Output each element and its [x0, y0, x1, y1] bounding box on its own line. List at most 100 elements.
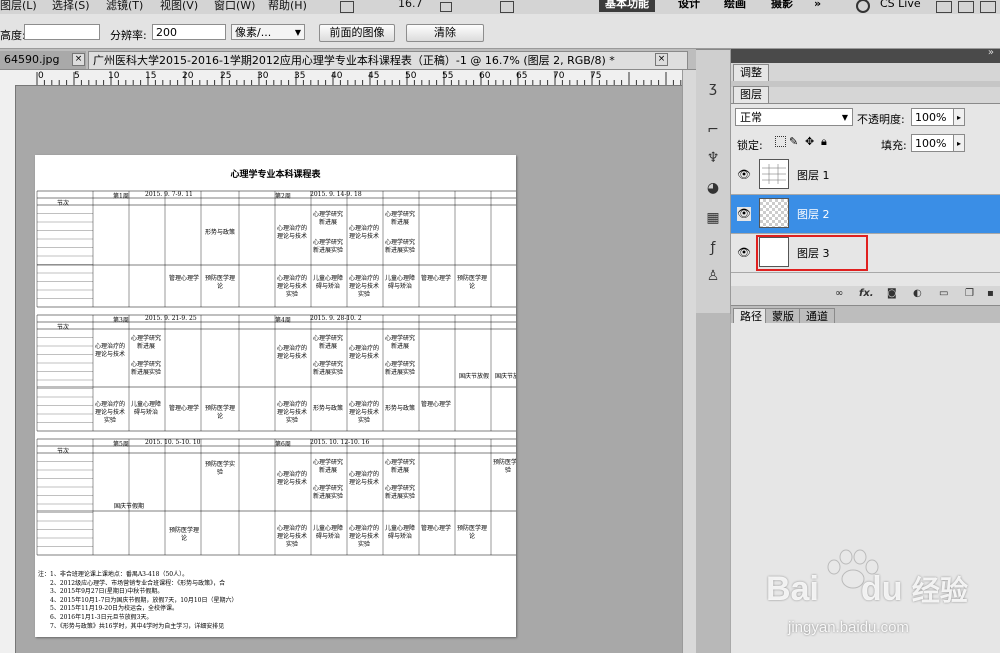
restore-window-button[interactable]	[958, 1, 974, 13]
collapse-panel-icon[interactable]: »	[988, 47, 994, 58]
close-window-button[interactable]	[980, 1, 996, 13]
baidu-watermark: Bai du 经验 jingyan.baidu.com	[760, 545, 995, 645]
color-palette-icon[interactable]: ◕	[704, 180, 722, 196]
menu-help[interactable]: 帮助(H)	[268, 0, 307, 13]
add-mask-icon[interactable]: ◙	[887, 288, 897, 299]
front-image-button[interactable]: 前面的图像	[319, 24, 395, 42]
adjustment-layer-icon[interactable]: ◐	[913, 288, 922, 299]
eye-icon[interactable]: 👁︎	[737, 207, 751, 221]
cs-live-button[interactable]: CS Live	[874, 0, 927, 12]
workspace-more-button[interactable]: »	[808, 0, 827, 12]
layer-row-1[interactable]: 👁︎ 图层 1	[731, 156, 1000, 195]
layer-2-thumbnail	[759, 198, 789, 228]
styles-fx-icon[interactable]: ƒ	[704, 240, 722, 256]
ruler-label: 60	[479, 71, 491, 81]
eye-icon[interactable]: 👁︎	[737, 246, 751, 260]
delete-layer-icon[interactable]: ▪	[987, 288, 994, 299]
fill-slider-arrow-icon[interactable]: ▸	[953, 134, 965, 152]
tab-layers[interactable]: 图层	[733, 86, 769, 103]
week-1-dates: 2015. 9. 7-9. 11	[145, 191, 193, 198]
tab-schedule-document-label: 广州医科大学2015-2016-1学期2012应用心理学专业本科课程表（正稿）-…	[93, 54, 615, 67]
tab-schedule-document-close-icon[interactable]: ×	[655, 53, 668, 66]
brush-presets-icon[interactable]: ⌐	[704, 122, 722, 138]
new-group-icon[interactable]: ▭	[939, 288, 948, 299]
note-line: 7、《形势与政策》共16学时，其中4学时为自主学习，详细安排见	[50, 622, 225, 630]
resolution-label: 分辨率:	[110, 29, 147, 42]
clone-source-icon[interactable]: ♆	[704, 150, 722, 166]
ruler-label: 0	[38, 71, 44, 81]
course-cell: 心理学研究新进展实验	[384, 239, 415, 254]
tab-schedule-document[interactable]: 广州医科大学2015-2016-1学期2012应用心理学专业本科课程表（正稿）-…	[88, 51, 688, 69]
opacity-slider-arrow-icon[interactable]: ▸	[953, 108, 965, 126]
schedule-document-image[interactable]: 心理学专业本科课程表 第1周 2015. 9. 7-9. 11 第2周 2015…	[35, 155, 516, 637]
course-cell: 心理学研究新进展实验	[130, 361, 161, 376]
layer-2-name[interactable]: 图层 2	[797, 206, 830, 222]
workspace-photo-button[interactable]: 摄影	[765, 0, 799, 12]
course-cell: 国庆节放假	[494, 373, 516, 380]
horizontal-ruler: 0 5 10 15 20 25 30 35 40 45 50 55 60 65 …	[0, 70, 682, 86]
menu-window[interactable]: 窗口(W)	[214, 0, 255, 13]
week-3-label: 第3周	[113, 317, 129, 324]
course-cell: 形势与政策	[312, 405, 343, 412]
chevron-down-icon: ▼	[294, 28, 301, 37]
tab-adjustments[interactable]: 调整	[733, 64, 769, 81]
workspace-design-button[interactable]: 设计	[672, 0, 706, 12]
screen-mode-icon[interactable]	[340, 1, 354, 13]
course-cell: 儿童心理障碍与矫治	[384, 525, 415, 540]
course-cell: 预防医学实验	[204, 461, 235, 476]
stamp-icon[interactable]: ♙	[704, 268, 722, 284]
highlight-box	[756, 235, 868, 271]
course-cell: 心理治疗的理论与技术实验	[348, 525, 379, 548]
menu-select[interactable]: 选择(S)	[52, 0, 90, 13]
menu-view[interactable]: 视图(V)	[160, 0, 198, 13]
cs-live-icon	[856, 0, 870, 13]
height-input[interactable]	[24, 24, 100, 40]
canvas-vertical-scrollbar[interactable]	[682, 70, 697, 653]
resolution-input[interactable]: 200	[152, 24, 226, 40]
clear-button[interactable]: 清除	[406, 24, 484, 42]
fill-input[interactable]: 100%	[911, 134, 957, 152]
layer-1-name[interactable]: 图层 1	[797, 167, 830, 183]
blend-mode-select[interactable]: 正常 ▼	[735, 108, 853, 126]
ruler-label: 5	[74, 71, 80, 81]
layer-style-fx-icon[interactable]: fx.	[859, 288, 874, 299]
zoom-level[interactable]: 16.7	[398, 0, 423, 10]
link-layers-icon[interactable]: ∞	[835, 288, 843, 299]
course-cell: 心理学研究新进展	[312, 459, 343, 474]
extras-icon[interactable]	[500, 1, 514, 13]
opacity-input[interactable]: 100%	[911, 108, 957, 126]
ruler-label: 45	[368, 71, 380, 81]
course-cell: 管理心理学	[420, 275, 451, 282]
tab-image-1-label: 64590.jpg	[4, 53, 60, 66]
lock-all-icon[interactable]: 🔒︎	[821, 135, 827, 149]
new-layer-icon[interactable]: ❐	[965, 288, 974, 299]
resolution-unit-select[interactable]: 像素/... ▼	[231, 24, 305, 40]
swatches-grid-icon[interactable]: ▦	[704, 210, 722, 226]
ruler-label: 30	[257, 71, 269, 81]
course-cell: 心理学研究新进展实验	[312, 361, 343, 376]
workspace-painting-button[interactable]: 绘画	[718, 0, 752, 12]
lock-transparent-icon[interactable]	[775, 136, 786, 147]
course-cell: 儿童心理障碍与矫治	[384, 275, 415, 290]
course-cell: 形势与政策	[384, 405, 415, 412]
arrange-icon[interactable]	[440, 2, 452, 12]
lock-move-icon[interactable]: ✥	[805, 135, 814, 148]
workspace-essentials-button[interactable]: 基本功能	[599, 0, 655, 12]
tab-image-1-close-icon[interactable]: ×	[72, 53, 85, 66]
panel-dock-header[interactable]: »	[731, 47, 1000, 63]
course-cell: 心理学研究新进展	[384, 211, 415, 226]
week-4-label: 第4周	[275, 317, 291, 324]
lock-paint-icon[interactable]: ✎	[789, 135, 798, 148]
week-2-label: 第2周	[275, 193, 291, 200]
ruler-label: 35	[294, 71, 306, 81]
history-icon[interactable]: ʒ	[704, 80, 722, 96]
minimize-window-button[interactable]	[936, 1, 952, 13]
menu-filter[interactable]: 滤镜(T)	[106, 0, 143, 13]
eye-icon[interactable]: 👁︎	[737, 168, 751, 182]
layer-row-2-selected[interactable]: 👁︎ 图层 2	[731, 195, 1000, 234]
menu-layer[interactable]: 图层(L)	[0, 0, 37, 13]
document-tab-bar: 64590.jpg × 广州医科大学2015-2016-1学期2012应用心理学…	[0, 49, 696, 70]
course-cell: 国庆节假期	[113, 503, 144, 510]
vertical-ruler	[0, 85, 16, 653]
course-cell: 心理治疗的理论与技术实验	[348, 401, 379, 424]
